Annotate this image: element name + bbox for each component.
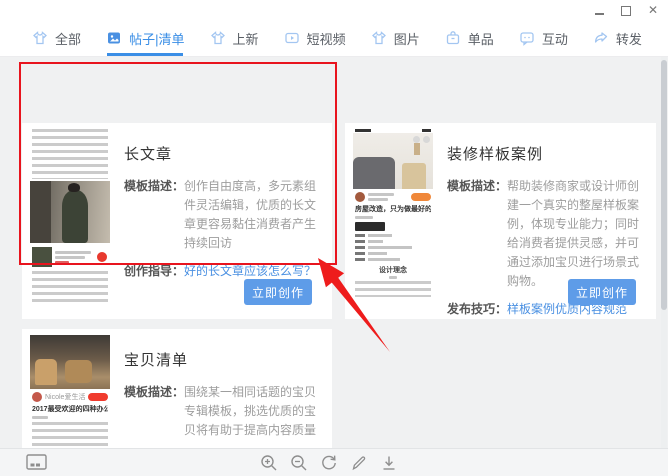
- tab-label: 帖子|清单: [129, 29, 184, 48]
- tab-short-video[interactable]: 短视频: [284, 20, 346, 56]
- create-now-button[interactable]: 立即创作: [244, 279, 312, 305]
- text-placeholder: [368, 191, 408, 203]
- template-grid: 长文章 模板描述： 创作自由度高，多元素组件灵活编辑，优质的长文章更容易黏住消费…: [0, 57, 668, 448]
- text-placeholder: [32, 416, 48, 419]
- guide-label: 创作指导：: [124, 262, 184, 281]
- phone-statusbar: [355, 129, 431, 132]
- text-placeholder: [32, 422, 108, 448]
- tab-post-list[interactable]: 帖子|清单: [106, 20, 184, 56]
- tab-label: 短视频: [307, 29, 346, 48]
- desc-label: 模板描述：: [447, 177, 507, 291]
- bottom-toolbar: [0, 448, 668, 476]
- tab-interaction[interactable]: 互动: [519, 20, 568, 56]
- bag-icon: [445, 30, 461, 46]
- category-tabbar: 全部 帖子|清单 上新 短视频 图片 单品 互动 转发: [0, 20, 668, 57]
- zoom-in-icon[interactable]: [260, 454, 278, 472]
- app-window: ✕ 全部 帖子|清单 上新 短视频 图片 单品 互动: [0, 0, 668, 476]
- close-icon[interactable]: ✕: [648, 3, 658, 17]
- share-icon: [593, 30, 609, 46]
- shirt-icon: [210, 30, 226, 46]
- author-name: Nicole爱生活: [45, 393, 85, 402]
- maximize-icon[interactable]: [621, 6, 631, 16]
- tab-forward[interactable]: 转发: [593, 20, 642, 56]
- text-placeholder: [355, 216, 373, 219]
- product-card: [32, 245, 108, 269]
- download-icon[interactable]: [380, 454, 398, 472]
- text-placeholder: [355, 281, 431, 297]
- post-list-icon: [106, 30, 122, 46]
- section-tag: [355, 222, 385, 231]
- preview-headline: 房屋改造，只为做最好的自己: [355, 205, 431, 214]
- tab-label: 上新: [233, 29, 259, 48]
- titlebar: ✕: [0, 0, 668, 20]
- tips-label: 发布技巧：: [447, 300, 507, 319]
- author-row: [355, 190, 431, 204]
- tab-label: 单品: [468, 29, 494, 48]
- shirt-icon: [32, 30, 48, 46]
- create-now-button[interactable]: 立即创作: [568, 279, 636, 305]
- text-placeholder: [32, 271, 108, 303]
- workspace-icon[interactable]: [26, 454, 47, 476]
- minimize-icon[interactable]: [595, 13, 604, 15]
- refresh-icon[interactable]: [320, 454, 338, 472]
- divider: [389, 276, 397, 279]
- text-placeholder: [32, 129, 108, 179]
- preview-headline: 2017最受欢迎的四种办公座椅: [32, 405, 108, 414]
- street-fashion-photo: [30, 181, 110, 243]
- card-title: 装修样板案例: [447, 143, 646, 164]
- video-icon: [284, 30, 300, 46]
- tab-label: 全部: [55, 29, 81, 48]
- edit-icon[interactable]: [350, 454, 368, 472]
- buy-badge-icon: [97, 252, 107, 262]
- overlay-button-icon: [423, 136, 430, 143]
- attribute-list: [355, 234, 431, 261]
- desc-label: 模板描述：: [124, 383, 184, 440]
- scrollbar-thumb[interactable]: [661, 60, 667, 310]
- interior-photo: [353, 133, 433, 189]
- scrollbar: [661, 57, 667, 448]
- long-article-preview: [30, 127, 110, 315]
- desc-text: 创作自由度高，多元素组件灵活编辑，优质的长文章更容易黏住消费者产生持续回访: [184, 177, 322, 253]
- preview-section-title: 设计理念: [353, 266, 433, 275]
- tab-picture[interactable]: 图片: [371, 20, 420, 56]
- tab-label: 转发: [616, 29, 642, 48]
- tab-single-item[interactable]: 单品: [445, 20, 494, 56]
- desc-text: 帮助装修商家或设计师创建一个真实的整屋样板案例，体现专业能力；同时给消费者提供灵…: [507, 177, 646, 291]
- overlay-button-icon: [413, 136, 420, 143]
- chat-icon: [519, 30, 535, 46]
- shirt-icon: [371, 30, 387, 46]
- avatar: [32, 392, 42, 402]
- office-chairs-photo: [30, 335, 110, 389]
- tab-all[interactable]: 全部: [32, 20, 81, 56]
- card-title: 宝贝清单: [124, 349, 322, 370]
- template-card-decor-sample: 房屋改造，只为做最好的自己 设计理念 装修样板案例 模板描述：: [345, 123, 656, 319]
- template-card-long-article: 长文章 模板描述： 创作自由度高，多元素组件灵活编辑，优质的长文章更容易黏住消费…: [22, 123, 332, 319]
- desc-text: 围绕某一相同话题的宝贝专辑模板，挑选优质的宝贝将有助于提高内容质量: [184, 383, 322, 440]
- follow-button-placeholder: [88, 393, 108, 401]
- decor-sample-preview: 房屋改造，只为做最好的自己 设计理念: [353, 127, 433, 315]
- card-title: 长文章: [124, 143, 322, 164]
- author-row: Nicole爱生活: [32, 390, 108, 404]
- zoom-out-icon[interactable]: [290, 454, 308, 472]
- product-thumbnail: [32, 247, 52, 267]
- tab-label: 互动: [542, 29, 568, 48]
- avatar: [355, 192, 365, 202]
- text-placeholder: [55, 249, 94, 266]
- tab-label: 图片: [394, 29, 420, 48]
- follow-button-placeholder: [411, 193, 431, 201]
- desc-label: 模板描述：: [124, 177, 184, 253]
- tab-new-arrival[interactable]: 上新: [210, 20, 259, 56]
